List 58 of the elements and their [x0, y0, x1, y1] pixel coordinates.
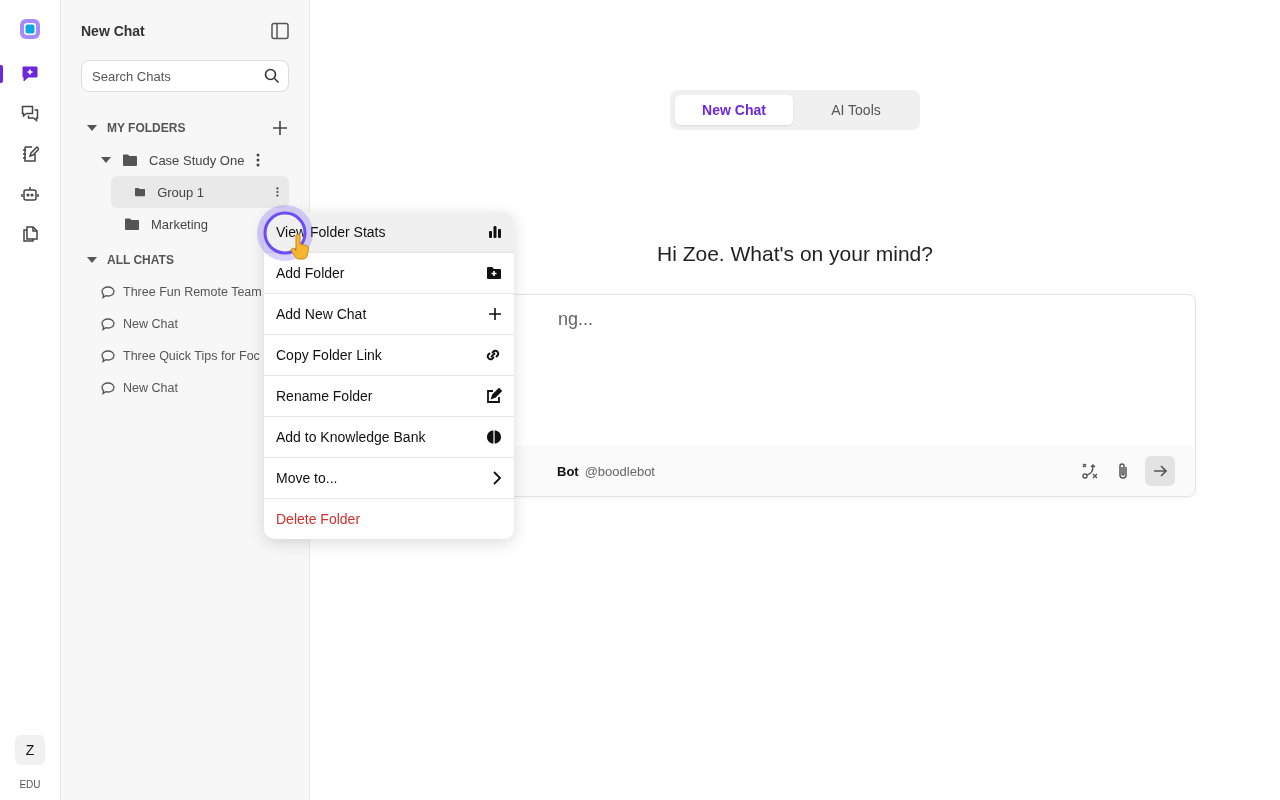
chat-item[interactable]: New Chat [81, 308, 178, 340]
sidebar-title: New Chat [81, 23, 145, 39]
chat-item[interactable]: New Chat [81, 372, 178, 404]
sidebar-toggle-icon[interactable] [271, 22, 289, 40]
tab[interactable]: New Chat [675, 95, 793, 125]
chevron-right-icon [492, 470, 502, 486]
search-icon[interactable] [264, 68, 280, 84]
chat-bubble-icon [101, 349, 115, 363]
plan-label: EDU [19, 779, 41, 790]
menu-item[interactable]: Copy Folder Link [264, 335, 514, 376]
chat-bubble-icon [101, 285, 115, 299]
folder-icon [135, 186, 146, 198]
chat-bubble-icon [101, 381, 115, 395]
menu-item[interactable]: Delete Folder [264, 499, 514, 539]
robot-icon[interactable] [21, 185, 39, 203]
edit-icon [486, 388, 502, 404]
chat-bubbles-icon[interactable] [21, 105, 39, 123]
folder-item[interactable]: Group 1 [111, 176, 289, 208]
new-chat-icon[interactable] [21, 65, 39, 83]
chat-item[interactable]: Three Fun Remote Team [81, 276, 262, 308]
menu-item[interactable]: Add New Chat [264, 294, 514, 335]
cursor-highlight-ring [257, 205, 313, 261]
menu-item[interactable]: Rename Folder [264, 376, 514, 417]
input-placeholder: ng... [558, 309, 594, 329]
folder-plus-icon [486, 266, 502, 280]
caret-icon[interactable] [101, 157, 111, 163]
folder-icon [125, 218, 139, 230]
more-options-icon[interactable] [256, 153, 261, 167]
add-folder-plus-icon[interactable] [273, 121, 287, 135]
bar-chart-icon [488, 225, 502, 239]
menu-item[interactable]: Add to Knowledge Bank [264, 417, 514, 458]
caret-icon[interactable] [87, 125, 97, 131]
brain-icon [486, 429, 502, 445]
bot-handle: @boodlebot [584, 463, 656, 479]
section-header: MY FOLDERS [107, 121, 187, 135]
tab[interactable]: AI Tools [797, 95, 915, 125]
attachment-icon[interactable] [1117, 462, 1129, 480]
chat-item[interactable]: Three Quick Tips for Foc [81, 340, 260, 372]
chat-bubble-icon [101, 317, 115, 331]
folder-icon [123, 154, 137, 166]
send-button[interactable] [1145, 456, 1175, 486]
notebook-pen-icon[interactable] [21, 145, 39, 163]
section-header: ALL CHATS [107, 253, 175, 267]
app-logo [19, 18, 41, 40]
folder-item[interactable]: Case Study One [81, 144, 261, 176]
tools-off-icon[interactable] [1081, 462, 1099, 480]
link-icon [484, 348, 502, 362]
user-avatar[interactable]: Z [15, 735, 45, 765]
menu-item[interactable]: Move to... [264, 458, 514, 499]
arrow-right-icon [1153, 465, 1167, 477]
greeting-heading: Hi Zoe. What's on your mind? [657, 242, 933, 266]
caret-icon[interactable] [87, 257, 97, 263]
documents-icon[interactable] [21, 225, 39, 243]
plus-icon [488, 307, 502, 321]
more-options-icon[interactable] [276, 185, 279, 199]
search-field[interactable]: Search Chats [81, 60, 289, 92]
bot-name: Bot [557, 463, 579, 479]
folder-item[interactable]: Marketing [81, 208, 209, 240]
